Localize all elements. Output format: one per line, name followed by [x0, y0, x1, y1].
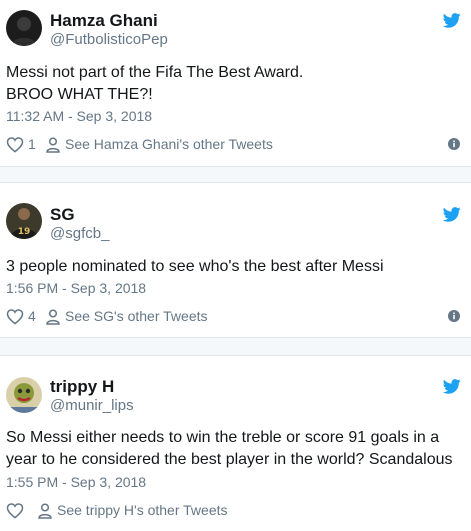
svg-text:19: 19 — [18, 227, 31, 237]
person-icon — [38, 503, 52, 519]
twitter-bird-icon[interactable] — [443, 207, 461, 222]
tweet-actions: See trippy H's other Tweets — [6, 502, 466, 520]
tweet-timestamp[interactable]: 11:32 AM - Sep 3, 2018 — [6, 108, 152, 124]
tweet-card: trippy H @munir_lips So Messi either nee… — [0, 355, 471, 531]
tweet-timestamp[interactable]: 1:55 PM - Sep 3, 2018 — [6, 474, 146, 490]
tweet-text-line: BROO WHAT THE?! — [6, 86, 153, 103]
tweet-actions: 1 See Hamza Ghani's other Tweets — [6, 136, 466, 154]
tweet-separator — [0, 338, 471, 355]
tweet-text-line: 3 people nominated to see who's the best… — [6, 258, 384, 275]
author-handle[interactable]: @munir_lips — [50, 397, 134, 414]
heart-icon[interactable] — [6, 502, 24, 519]
author-name[interactable]: SG — [50, 205, 75, 225]
other-tweets-link[interactable]: See Hamza Ghani's other Tweets — [65, 136, 273, 152]
person-icon — [46, 309, 60, 325]
author-name[interactable]: trippy H — [50, 377, 114, 397]
author-handle[interactable]: @FutbolisticoPep — [50, 31, 168, 48]
tweet-actions: 4 See SG's other Tweets — [6, 308, 466, 326]
info-icon[interactable] — [448, 310, 460, 322]
avatar[interactable] — [6, 377, 42, 413]
tweet-card: Hamza Ghani @FutbolisticoPep Messi not p… — [0, 0, 471, 167]
author-handle[interactable]: @sgfcb_ — [50, 225, 109, 242]
twitter-bird-icon[interactable] — [443, 13, 461, 28]
other-tweets-link[interactable]: See trippy H's other Tweets — [57, 502, 228, 518]
avatar[interactable] — [6, 10, 42, 46]
tweet-text-line: So Messi either needs to win the treble … — [6, 429, 440, 446]
tweet-text-line: year to he considered the best player in… — [6, 451, 453, 468]
tweet-text: 3 people nominated to see who's the best… — [6, 256, 466, 278]
like-count: 1 — [28, 136, 36, 152]
info-icon[interactable] — [448, 138, 460, 150]
person-icon — [46, 137, 60, 153]
tweet-separator — [0, 167, 471, 182]
tweet-text-line: Messi not part of the Fifa The Best Awar… — [6, 64, 304, 81]
other-tweets-link[interactable]: See SG's other Tweets — [65, 308, 208, 324]
avatar[interactable]: 19 — [6, 203, 42, 239]
heart-icon[interactable] — [6, 136, 24, 153]
author-name[interactable]: Hamza Ghani — [50, 11, 158, 31]
tweet-text: Messi not part of the Fifa The Best Awar… — [6, 62, 466, 106]
tweet-card: 19 SG @sgfcb_ 3 people nominated to see … — [0, 182, 471, 338]
tweet-timestamp[interactable]: 1:56 PM - Sep 3, 2018 — [6, 280, 146, 296]
heart-icon[interactable] — [6, 308, 24, 325]
tweet-text: So Messi either needs to win the treble … — [6, 427, 466, 471]
like-count: 4 — [28, 308, 36, 324]
twitter-bird-icon[interactable] — [443, 379, 461, 394]
